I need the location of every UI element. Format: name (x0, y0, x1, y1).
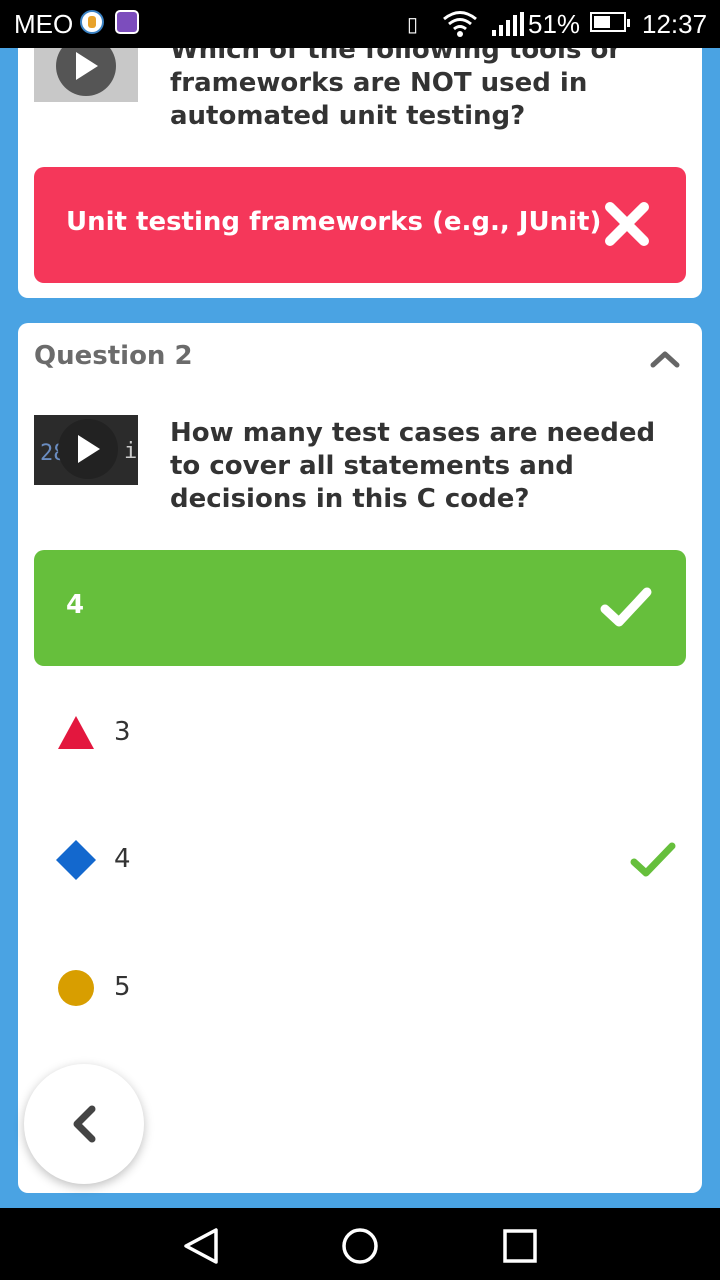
gallery-notification-icon (115, 10, 139, 34)
question-header: Question 2 (34, 341, 193, 371)
option-label: 4 (114, 844, 131, 874)
chevron-up-icon[interactable] (650, 349, 680, 369)
check-icon (630, 842, 676, 877)
question-text: How many test cases are needed to cover … (170, 418, 656, 514)
carrier-name: MEO (14, 9, 74, 39)
thumbnail-code-text: i (124, 439, 138, 464)
system-nav-bar (0, 1208, 720, 1280)
selected-answer-correct: 4 (34, 550, 686, 666)
question-media-thumbnail[interactable]: 28 i (34, 415, 138, 485)
back-fab-button[interactable] (24, 1064, 144, 1184)
diamond-icon (56, 840, 96, 880)
triangle-icon (58, 716, 94, 749)
question-text: Which of the following tools or framewor… (170, 35, 622, 131)
option-label: 5 (114, 972, 131, 1002)
chevron-left-icon (73, 1105, 96, 1143)
selected-answer-incorrect: Unit testing frameworks (e.g., JUnit) (34, 167, 686, 283)
wifi-icon (443, 11, 477, 37)
option-item: 5 (56, 962, 676, 1012)
signal-icon (492, 12, 524, 36)
answer-label: Unit testing frameworks (e.g., JUnit) (66, 207, 602, 237)
battery-icon (590, 12, 630, 32)
home-icon[interactable] (341, 1226, 379, 1266)
cross-icon (605, 202, 649, 246)
option-label: 3 (114, 717, 131, 747)
answer-label: 4 (66, 590, 85, 620)
status-bar: MEO ▯ 51% 12:37 (0, 0, 720, 48)
play-icon[interactable] (58, 419, 118, 479)
back-icon[interactable] (182, 1226, 220, 1266)
app-notification-icon (80, 10, 104, 34)
recents-icon[interactable] (502, 1226, 538, 1266)
vibrate-icon: ▯ (407, 14, 419, 36)
option-item: 3 (56, 707, 676, 757)
clock: 12:37 (642, 9, 708, 39)
question-card-2: Question 2 28 i How many test cases are … (18, 323, 702, 1193)
battery-percent: 51% (528, 9, 581, 39)
option-item: 4 (56, 834, 676, 884)
check-icon (600, 587, 652, 627)
circle-icon (58, 970, 94, 1006)
